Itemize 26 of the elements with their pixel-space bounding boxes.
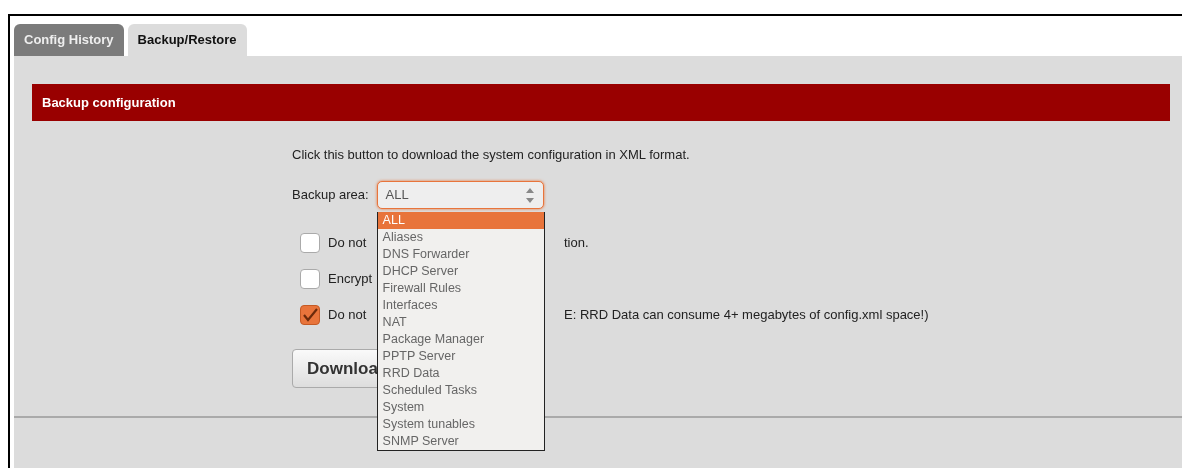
checkbox[interactable] [300,304,320,325]
dropdown-option[interactable]: DHCP Server [377,262,544,280]
tab[interactable]: Backup/Restore [127,24,247,56]
intro-text: Click this button to download the system configuration in XML format. [292,146,691,164]
checkbox[interactable] [300,232,320,253]
dropdown-option[interactable]: SNMP Server [377,432,544,450]
dropdown-option[interactable]: NAT [377,313,544,331]
checkbox-label: E: RRD Data can consume 4+ megabytes of config.xml space!) [564,305,929,324]
dropdown-option[interactable]: System tunables [377,415,544,433]
dropdown-option[interactable]: DNS Forwarder [377,245,544,263]
dropdown-option[interactable]: Interfaces [377,296,544,314]
checkbox-label: Do not [328,305,367,324]
checkbox-label: Encrypt [328,269,373,288]
dropdown-option[interactable]: System [377,398,544,416]
field-label: Backup area: [292,185,369,204]
checkbox-label: tion. [564,233,589,252]
checkbox-label: Do not [328,233,367,252]
dropdown-option[interactable]: Package Manager [377,330,544,348]
checkbox[interactable] [300,268,320,289]
tab[interactable]: Config History [14,24,124,56]
dropdown-option[interactable]: Firewall Rules [377,279,544,297]
section-header: Backup configuration [32,83,1170,121]
backup-area-select[interactable]: ALL [376,180,544,209]
dropdown-option[interactable]: Aliases [377,228,544,246]
select-value: ALL [385,185,409,204]
dropdown-option[interactable]: ALL [377,211,544,229]
